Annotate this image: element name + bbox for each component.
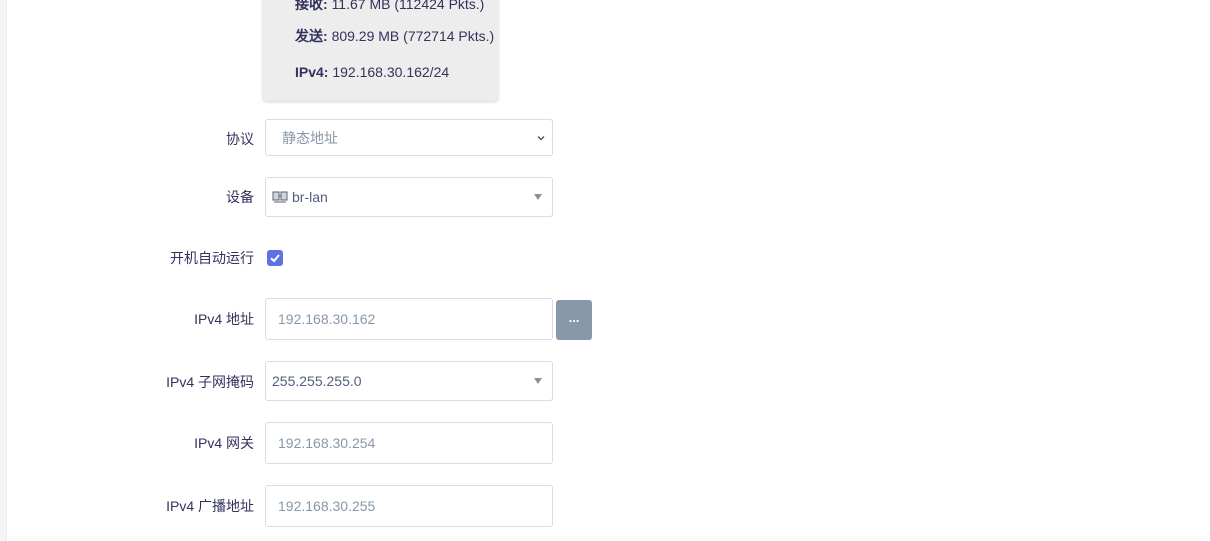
ipv4-broadcast-value: 192.168.30.255 (278, 498, 376, 514)
ipv4-address-label: IPv4 地址 (194, 311, 254, 327)
ipv4-gateway-value: 192.168.30.254 (278, 435, 376, 451)
ipv4-gateway-input[interactable]: 192.168.30.254 (265, 422, 553, 464)
left-sidebar-edge (0, 0, 7, 541)
ipv4-broadcast-input[interactable]: 192.168.30.255 (265, 485, 553, 527)
status-tx: 发送: 809.29 MB (772714 Pkts.) (295, 26, 494, 46)
chevron-down-icon (537, 135, 545, 140)
ipv4-netmask-dropdown[interactable]: 255.255.255.0 (265, 361, 553, 401)
status-ipv4: IPv4: 192.168.30.162/24 (295, 64, 449, 80)
dropdown-triangle-icon (534, 194, 542, 200)
ipv4-netmask-value: 255.255.255.0 (272, 373, 362, 389)
dropdown-triangle-icon (534, 378, 542, 384)
ipv4-address-input[interactable]: 192.168.30.162 (265, 298, 553, 340)
status-ipv4-key: IPv4: (295, 64, 329, 80)
device-value: br-lan (292, 189, 328, 205)
interface-status-card: 接收: 11.67 MB (112424 Pkts.) 发送: 809.29 M… (263, 0, 498, 101)
ipv4-address-more-button[interactable]: ... (556, 300, 592, 340)
checkmark-icon (270, 254, 280, 263)
status-tx-value: 809.29 MB (772714 Pkts.) (331, 28, 495, 44)
ipv4-broadcast-label: IPv4 广播地址 (166, 498, 254, 514)
ipv4-gateway-label: IPv4 网关 (194, 435, 254, 451)
network-bridge-icon (272, 191, 288, 203)
status-ipv4-value: 192.168.30.162/24 (332, 64, 450, 80)
device-dropdown[interactable]: br-lan (265, 177, 553, 217)
ipv4-address-value: 192.168.30.162 (278, 311, 376, 327)
protocol-select[interactable]: 静态地址 (265, 119, 553, 156)
protocol-label: 协议 (226, 131, 254, 147)
status-rx-key: 接收: (295, 0, 328, 12)
ipv4-netmask-label: IPv4 子网掩码 (166, 374, 254, 390)
status-tx-key: 发送: (295, 28, 328, 44)
device-label: 设备 (226, 189, 254, 205)
protocol-value: 静态地址 (282, 129, 338, 146)
status-rx-value: 11.67 MB (112424 Pkts.) (331, 0, 485, 12)
status-rx: 接收: 11.67 MB (112424 Pkts.) (295, 0, 484, 14)
autostart-label: 开机自动运行 (170, 250, 254, 266)
autostart-checkbox[interactable] (267, 250, 283, 266)
